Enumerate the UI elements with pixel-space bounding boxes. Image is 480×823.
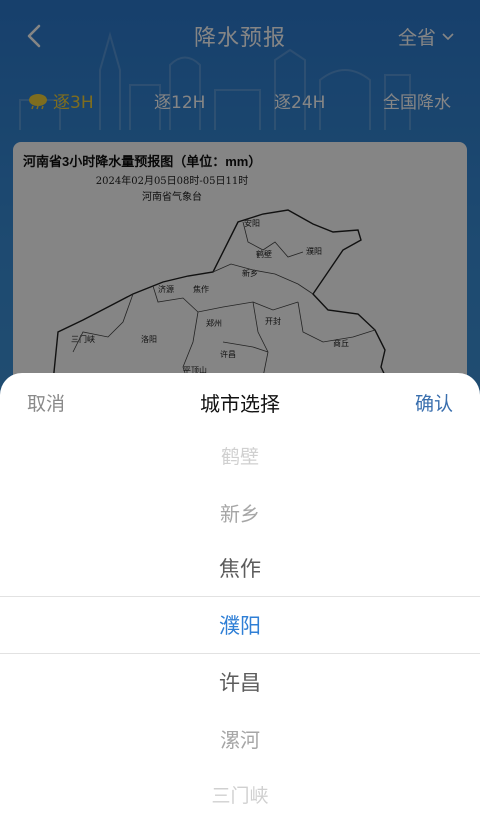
city-picker-wheel[interactable]: 鹤壁 新乡 焦作 濮阳 许昌 漯河 三门峡: [0, 427, 480, 823]
picker-option[interactable]: 焦作: [0, 540, 480, 596]
picker-option[interactable]: 三门峡: [0, 766, 480, 822]
picker-option-selected[interactable]: 濮阳: [0, 597, 480, 653]
picker-option[interactable]: 漯河: [0, 710, 480, 766]
picker-option[interactable]: 新乡: [0, 484, 480, 540]
sheet-title: 城市选择: [200, 392, 280, 416]
confirm-button[interactable]: 确认: [415, 389, 453, 416]
city-picker-sheet: 取消 城市选择 确认 鹤壁 新乡 焦作 濮阳 许昌 漯河 三门峡: [0, 373, 480, 823]
picker-option[interactable]: 鹤壁: [0, 427, 480, 483]
picker-option[interactable]: 许昌: [0, 654, 480, 710]
